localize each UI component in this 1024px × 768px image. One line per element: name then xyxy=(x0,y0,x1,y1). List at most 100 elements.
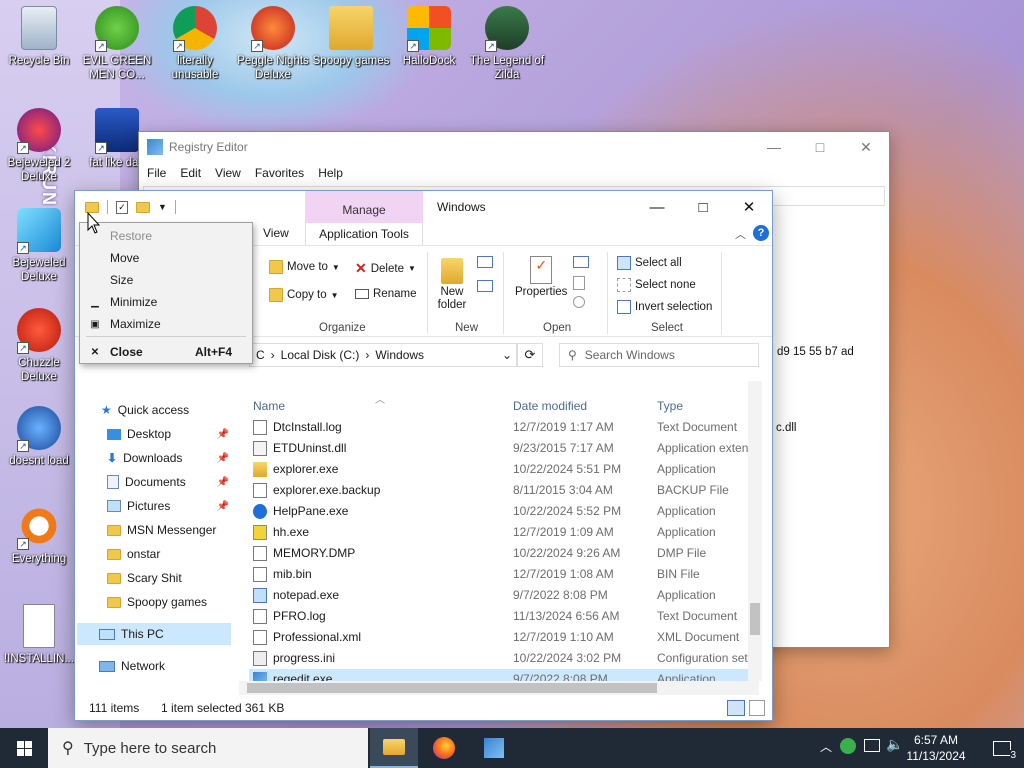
desktop-icon-chuzzle[interactable]: ↗ Chuzzle Deluxe xyxy=(0,308,78,384)
desktop-icon-recycle-bin[interactable]: Recycle Bin xyxy=(0,6,78,68)
table-row[interactable]: Professional.xml 12/7/2019 1:10 AM XML Doc… xyxy=(249,627,755,648)
notification-center-button[interactable]: 3 xyxy=(990,736,1016,761)
nav-quick-access[interactable]: ★ Quick access xyxy=(101,399,261,421)
collapse-ribbon-icon[interactable]: ︿ xyxy=(735,226,746,242)
column-type[interactable]: Type xyxy=(657,399,683,413)
table-row[interactable]: progress.ini 10/22/2024 3:02 PM Configurat… xyxy=(249,648,759,669)
desktop-icon-legend-of-zilda[interactable]: ↗ The Legend of Zilda xyxy=(468,6,546,82)
explorer-maximize-button[interactable]: □ xyxy=(680,191,726,223)
desktop-icon-evil-green-men[interactable]: ↗ EVIL GREEN MEN CO... xyxy=(78,6,156,82)
table-row[interactable]: explorer.exe.backup 8/11/2015 3:04 AM BACK… xyxy=(249,480,755,501)
nav-item-documents[interactable]: Documents 📌 xyxy=(107,471,267,493)
menu-edit[interactable]: Edit xyxy=(180,166,201,180)
rename-button[interactable]: Rename xyxy=(355,288,416,300)
qat-dropdown-icon[interactable]: ▼ xyxy=(158,202,167,212)
desktop-icon-installin[interactable]: !INSTALLIN... xyxy=(0,604,78,666)
address-bar[interactable]: C › Local Disk (C:) › Windows ⌄ xyxy=(249,343,517,367)
refresh-button[interactable]: ⟳ xyxy=(517,343,543,367)
address-dropdown-icon[interactable]: ⌄ xyxy=(502,348,512,362)
menu-item-close[interactable]: ✕ Close Alt+F4 xyxy=(80,341,252,363)
easy-access-icon[interactable] xyxy=(477,280,493,292)
desktop-icon-peggle-nights[interactable]: ↗ Peggle Nights Deluxe xyxy=(234,6,312,82)
nav-item-pictures[interactable]: Pictures 📌 xyxy=(107,495,267,517)
properties-button[interactable]: ✓ Properties xyxy=(515,256,567,298)
explorer-minimize-button[interactable]: — xyxy=(634,191,680,223)
tab-view[interactable]: View xyxy=(263,226,289,240)
vertical-scrollbar[interactable] xyxy=(748,381,762,681)
breadcrumb-local-disk[interactable]: Local Disk (C:) xyxy=(281,348,360,362)
pin-icon[interactable]: 📌 xyxy=(217,477,229,488)
menu-item-maximize[interactable]: ▣ Maximize xyxy=(80,313,252,335)
open-icon[interactable] xyxy=(573,256,589,268)
menu-item-restore[interactable]: Restore xyxy=(80,225,252,247)
pin-icon[interactable]: 📌 xyxy=(217,429,229,440)
menu-favorites[interactable]: Favorites xyxy=(255,166,304,180)
desktop-icon-doesnt-load[interactable]: ↗ doesnt load xyxy=(0,406,78,468)
history-icon[interactable] xyxy=(573,296,585,308)
table-row[interactable]: HelpPane.exe 10/22/2024 5:52 PM Applicatio… xyxy=(249,501,755,522)
explorer-close-button[interactable]: ✕ xyxy=(726,191,772,223)
user-tray-icon[interactable] xyxy=(840,738,856,754)
nav-item-downloads[interactable]: ⬇ Downloads 📌 xyxy=(107,447,267,469)
menu-item-size[interactable]: Size xyxy=(80,269,252,291)
select-all-button[interactable]: Select all xyxy=(617,256,682,270)
help-icon[interactable]: ? xyxy=(753,225,769,241)
regedit-close-button[interactable]: ✕ xyxy=(843,132,889,162)
desktop-icon-everything[interactable]: ↗ Everything xyxy=(0,504,78,566)
table-row[interactable]: notepad.exe 9/7/2022 8:08 PM Application xyxy=(249,585,755,606)
nav-this-pc[interactable]: This PC xyxy=(77,623,231,645)
breadcrumb-windows[interactable]: Windows xyxy=(375,348,424,362)
details-view-icon[interactable] xyxy=(727,700,745,716)
table-row[interactable]: hh.exe 12/7/2019 1:09 AM Application xyxy=(249,522,755,543)
menu-view[interactable]: View xyxy=(215,166,241,180)
table-row[interactable]: MEMORY.DMP 10/22/2024 9:26 AM DMP File xyxy=(249,543,755,564)
menu-file[interactable]: File xyxy=(147,166,166,180)
new-item-icon[interactable] xyxy=(477,256,493,268)
nav-item-msn-messenger[interactable]: MSN Messenger xyxy=(107,519,267,541)
network-icon[interactable] xyxy=(864,739,880,752)
table-row[interactable]: DtcInstall.log 12/7/2019 1:17 AM Text Docu… xyxy=(249,417,755,438)
menu-item-minimize[interactable]: ▁ Minimize xyxy=(80,291,252,313)
window-folder-icon[interactable] xyxy=(85,201,99,213)
search-input[interactable]: ⚲ Search Windows xyxy=(559,343,759,367)
properties-qat-icon[interactable]: ✓ xyxy=(116,200,128,214)
taskbar-search-input[interactable]: ⚲ Type here to search xyxy=(48,728,368,768)
table-row[interactable]: ETDUninst.dll 9/23/2015 7:17 AM Applicatio… xyxy=(249,438,758,459)
pin-icon[interactable]: 📌 xyxy=(217,501,229,512)
taskbar-file-explorer[interactable] xyxy=(370,728,418,768)
taskbar-firefox[interactable] xyxy=(420,728,468,768)
desktop-icon-bejeweled[interactable]: ↗ Bejeweled Deluxe xyxy=(0,208,78,284)
nav-item-spoopy-games[interactable]: Spoopy games xyxy=(107,591,267,613)
new-folder-button[interactable]: New folder xyxy=(435,258,469,312)
regedit-titlebar[interactable]: Registry Editor — □ ✕ xyxy=(139,132,889,162)
nav-network[interactable]: Network xyxy=(99,655,259,677)
menu-help[interactable]: Help xyxy=(318,166,343,180)
tab-application-tools[interactable]: Application Tools xyxy=(305,223,423,245)
start-button[interactable] xyxy=(0,728,48,768)
menu-item-move[interactable]: Move xyxy=(80,247,252,269)
show-hidden-icons-icon[interactable]: ︿ xyxy=(820,738,832,755)
desktop-icon-bejeweled-2[interactable]: ↗ Bejeweled 2 Deluxe xyxy=(0,108,78,184)
desktop-icon-spoopy-games[interactable]: Spoopy games xyxy=(312,6,390,68)
new-folder-qat-icon[interactable] xyxy=(136,201,150,213)
copy-to-button[interactable]: Copy to ▼ xyxy=(269,288,339,302)
desktop-icon-hallodock[interactable]: ↗ HalloDock xyxy=(390,6,468,68)
select-none-button[interactable]: Select none xyxy=(617,278,696,292)
pin-icon[interactable]: 📌 xyxy=(217,453,229,464)
table-row[interactable]: mib.bin 12/7/2019 1:08 AM BIN File xyxy=(249,564,755,585)
horizontal-scrollbar[interactable] xyxy=(239,681,759,695)
delete-button[interactable]: ✕ Delete ▼ xyxy=(355,260,416,277)
manage-context-tab[interactable]: Manage xyxy=(305,191,423,223)
edit-icon[interactable] xyxy=(573,276,585,290)
table-row[interactable]: PFRO.log 11/13/2024 6:56 AM Text Document xyxy=(249,606,755,627)
desktop-icon-literally-unusable[interactable]: ↗ literally unusable xyxy=(156,6,234,82)
regedit-minimize-button[interactable]: — xyxy=(751,132,797,162)
column-date-modified[interactable]: Date modified xyxy=(513,399,587,413)
move-to-button[interactable]: Move to ▼ xyxy=(269,260,340,274)
explorer-titlebar[interactable]: ✓ ▼ Manage Windows — □ ✕ xyxy=(75,191,772,223)
nav-item-onstar[interactable]: onstar xyxy=(107,543,267,565)
table-row[interactable]: explorer.exe 10/22/2024 5:51 PM Applicatio… xyxy=(249,459,755,480)
nav-item-scary-shit[interactable]: Scary Shit xyxy=(107,567,267,589)
invert-selection-button[interactable]: Invert selection xyxy=(617,300,712,314)
large-icons-view-icon[interactable] xyxy=(749,700,765,716)
